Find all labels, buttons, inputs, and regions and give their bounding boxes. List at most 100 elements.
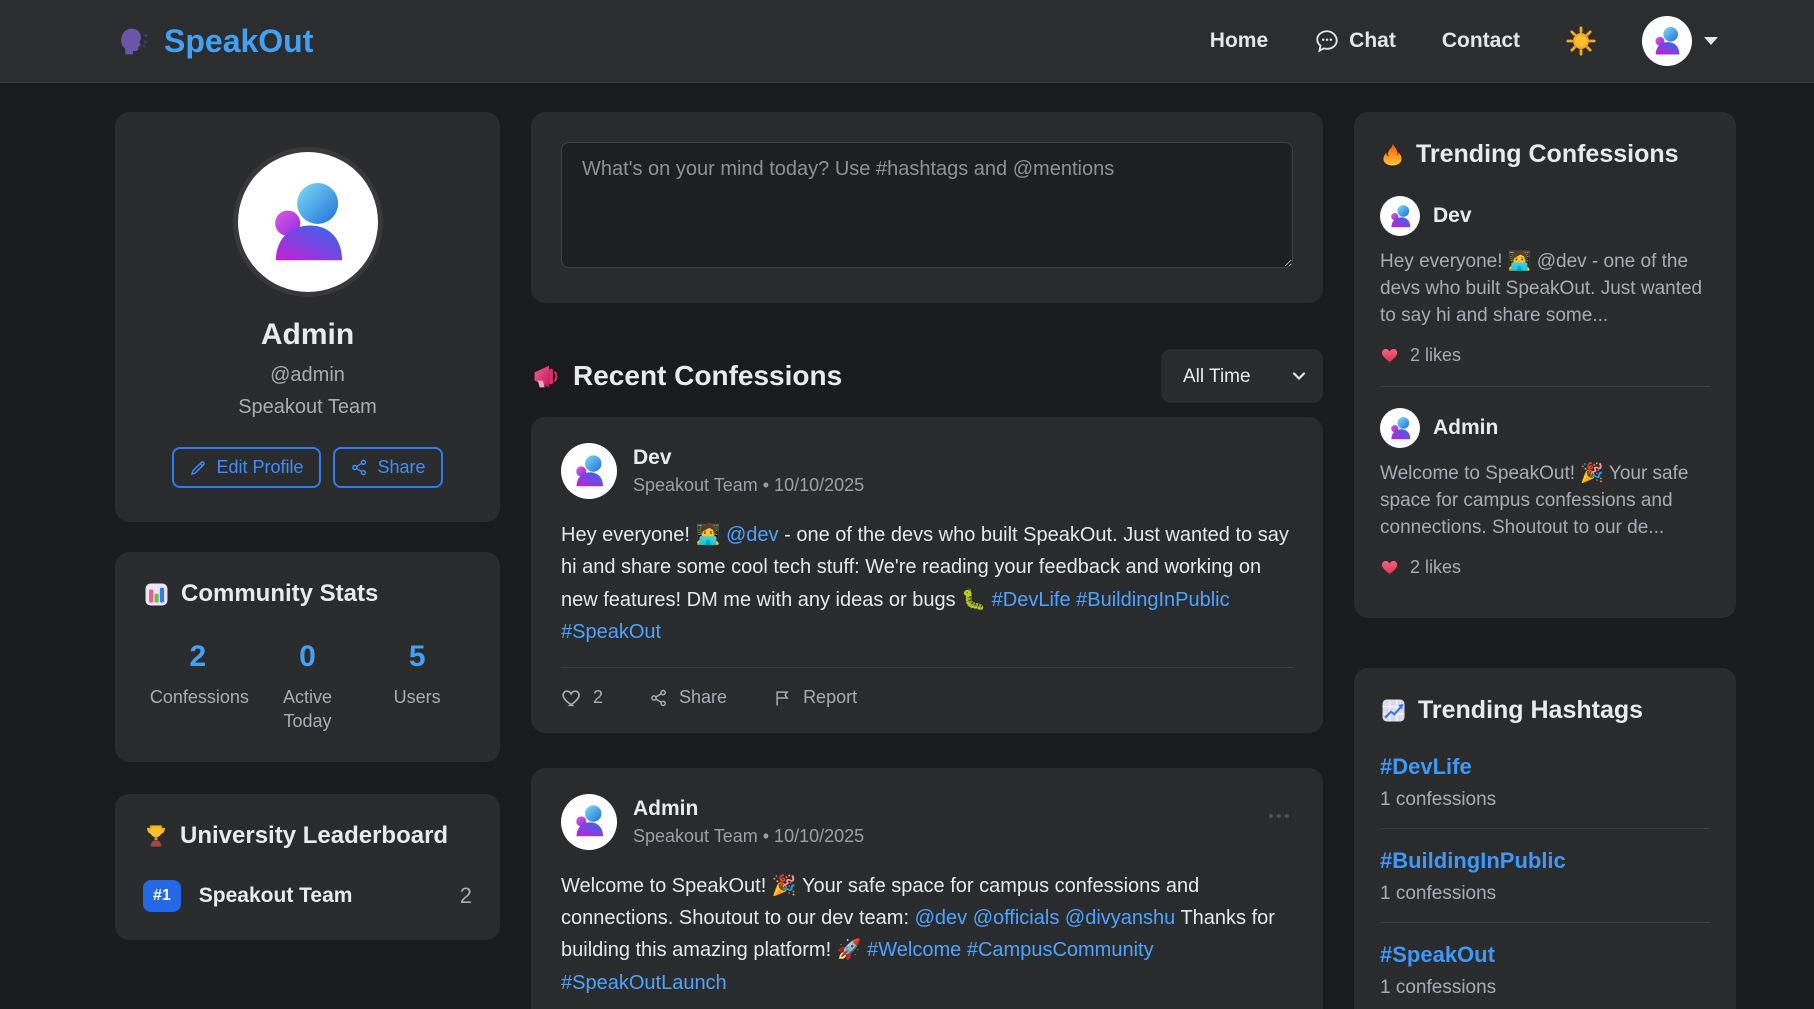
hashtag-link[interactable]: #SpeakOutLaunch	[561, 972, 727, 994]
post-body: Welcome to SpeakOut! 🎉 Your safe space f…	[561, 870, 1293, 1000]
nav-link-label: Contact	[1442, 29, 1520, 53]
people-avatar-icon	[1386, 414, 1415, 443]
hashtag-count: 1 confessions	[1380, 789, 1710, 811]
avatar[interactable]	[561, 794, 617, 850]
main-column: Recent Confessions All Time DevSpeakout …	[531, 112, 1323, 1009]
hashtag-link[interactable]: #Welcome	[867, 939, 961, 961]
confession-post: DevSpeakout Team • 10/10/2025Hey everyon…	[531, 417, 1323, 733]
trending-author-name: Dev	[1433, 204, 1472, 228]
post-author-block: DevSpeakout Team • 10/10/2025	[633, 446, 864, 496]
avatar[interactable]	[1380, 196, 1420, 236]
hashtag-label[interactable]: #BuildingInPublic	[1380, 848, 1710, 874]
nav-link-contact[interactable]: Contact	[1442, 29, 1520, 53]
stat-label: Users	[369, 685, 465, 709]
share-button[interactable]: Share	[649, 687, 727, 709]
mention-link[interactable]: @officials	[973, 907, 1060, 929]
trending-item-header: Admin	[1380, 408, 1710, 448]
mention-link[interactable]: @dev	[726, 524, 779, 546]
nav-link-label: Home	[1210, 29, 1268, 53]
hashtag-label[interactable]: #DevLife	[1380, 754, 1710, 780]
page-content: Admin @admin Speakout Team Edit Profile …	[0, 83, 1814, 1009]
hashtag-link[interactable]: #CampusCommunity	[967, 939, 1154, 961]
trending-confessions-list: Dev Hey everyone! 🧑‍💻 @dev - one of the d…	[1380, 175, 1710, 598]
post-author-name: Admin	[633, 797, 864, 821]
trending-confessions-title: Trending Confessions	[1416, 140, 1679, 169]
bar-chart-icon	[143, 581, 170, 608]
heart-icon	[1380, 557, 1401, 578]
nav-link-home[interactable]: Home	[1210, 29, 1268, 53]
community-stats-card: Community Stats 2Confessions0Active Toda…	[115, 552, 500, 762]
people-avatar-icon	[1386, 202, 1415, 231]
trending-likes: 2 likes	[1380, 557, 1710, 578]
like-button[interactable]: 2	[561, 687, 603, 709]
composer-input[interactable]	[561, 142, 1293, 268]
stat-label: Active Today	[260, 685, 356, 734]
trending-likes: 2 likes	[1380, 345, 1710, 366]
like-count: 2	[593, 687, 603, 708]
people-avatar-icon	[257, 172, 358, 273]
leaderboard-name: Speakout Team	[199, 884, 460, 908]
chevron-down-icon	[1704, 37, 1718, 45]
user-menu-button[interactable]	[1642, 16, 1718, 66]
post-meta: Speakout Team • 10/10/2025	[633, 826, 864, 847]
trending-hashtags-card: Trending Hashtags #DevLife1 confessions#…	[1354, 668, 1736, 1009]
community-stats-title: Community Stats	[181, 580, 378, 608]
report-button[interactable]: Report	[773, 687, 857, 709]
avatar[interactable]	[561, 443, 617, 499]
stat-label: Confessions	[150, 685, 246, 709]
likes-count: 2 likes	[1410, 345, 1461, 366]
nav-link-chat[interactable]: Chat	[1314, 28, 1396, 54]
navbar: SpeakOut Home Chat Contact	[0, 0, 1814, 83]
hashtag-link[interactable]: #DevLife	[992, 589, 1071, 611]
share-nodes-icon	[350, 458, 369, 477]
post-options-button[interactable]	[1265, 810, 1293, 822]
leaderboard-row[interactable]: #1Speakout Team2	[143, 880, 472, 912]
post-header: Admin Speakout Team • 10/10/2025	[561, 794, 1293, 850]
sun-icon	[1566, 26, 1596, 56]
post-meta: Speakout Team • 10/10/2025	[633, 475, 864, 496]
hashtag-link[interactable]: #SpeakOut	[561, 621, 661, 643]
stat-item: 5Users	[362, 640, 472, 734]
share-profile-label: Share	[378, 457, 426, 478]
rank-badge: #1	[143, 880, 181, 912]
trending-excerpt: Hey everyone! 🧑‍💻 @dev - one of the devs…	[1380, 249, 1710, 330]
trending-hashtag-item[interactable]: #DevLife 1 confessions	[1380, 735, 1710, 829]
trending-hashtag-item[interactable]: #SpeakOut 1 confessions	[1380, 923, 1710, 1009]
heart-outline-icon	[561, 687, 583, 709]
edit-profile-button[interactable]: Edit Profile	[172, 447, 320, 488]
theme-toggle-button[interactable]	[1566, 26, 1596, 56]
profile-card: Admin @admin Speakout Team Edit Profile …	[115, 112, 500, 522]
trending-confession-item[interactable]: AdminWelcome to SpeakOut! 🎉 Your safe sp…	[1380, 386, 1710, 598]
stat-item: 0Active Today	[253, 640, 363, 734]
trending-hashtags-list: #DevLife 1 confessions #BuildingInPublic 1 …	[1380, 735, 1710, 1009]
hashtag-link[interactable]: #BuildingInPublic	[1076, 589, 1229, 611]
hashtag-count: 1 confessions	[1380, 977, 1710, 999]
trending-confession-item[interactable]: Dev Hey everyone! 🧑‍💻 @dev - one of the d…	[1380, 175, 1710, 386]
right-sidebar: Trending Confessions Dev Hey everyone! 🧑‍…	[1354, 112, 1736, 1009]
time-filter-select[interactable]: All Time	[1161, 349, 1323, 403]
leaderboard-card: University Leaderboard #1Speakout Team2	[115, 794, 500, 940]
megaphone-icon	[531, 362, 560, 391]
share-nodes-icon	[649, 688, 669, 708]
profile-actions: Edit Profile Share	[145, 447, 470, 488]
mention-link[interactable]: @dev	[915, 907, 968, 929]
brand[interactable]: SpeakOut	[118, 23, 313, 60]
likes-count: 2 likes	[1410, 557, 1461, 578]
avatar[interactable]	[1380, 408, 1420, 448]
stats-row: 2Confessions0Active Today5Users	[143, 640, 472, 734]
profile-username: @admin	[145, 364, 470, 387]
post-author-block: Admin Speakout Team • 10/10/2025	[633, 797, 864, 847]
left-sidebar: Admin @admin Speakout Team Edit Profile …	[115, 112, 500, 972]
hashtag-count: 1 confessions	[1380, 883, 1710, 905]
leaderboard-title: University Leaderboard	[180, 822, 448, 850]
heart-icon	[1380, 345, 1401, 366]
trending-hashtag-item[interactable]: #BuildingInPublic 1 confessions	[1380, 829, 1710, 923]
post-header: DevSpeakout Team • 10/10/2025	[561, 443, 1293, 499]
share-profile-button[interactable]: Share	[333, 447, 443, 488]
mention-link[interactable]: @divyanshu	[1065, 907, 1175, 929]
user-avatar	[1642, 16, 1692, 66]
post-actions: 2 Share Report	[561, 668, 1293, 709]
profile-affiliation: Speakout Team	[145, 396, 470, 419]
nav-menu: Home Chat Contact	[1210, 16, 1718, 66]
hashtag-label[interactable]: #SpeakOut	[1380, 942, 1710, 968]
